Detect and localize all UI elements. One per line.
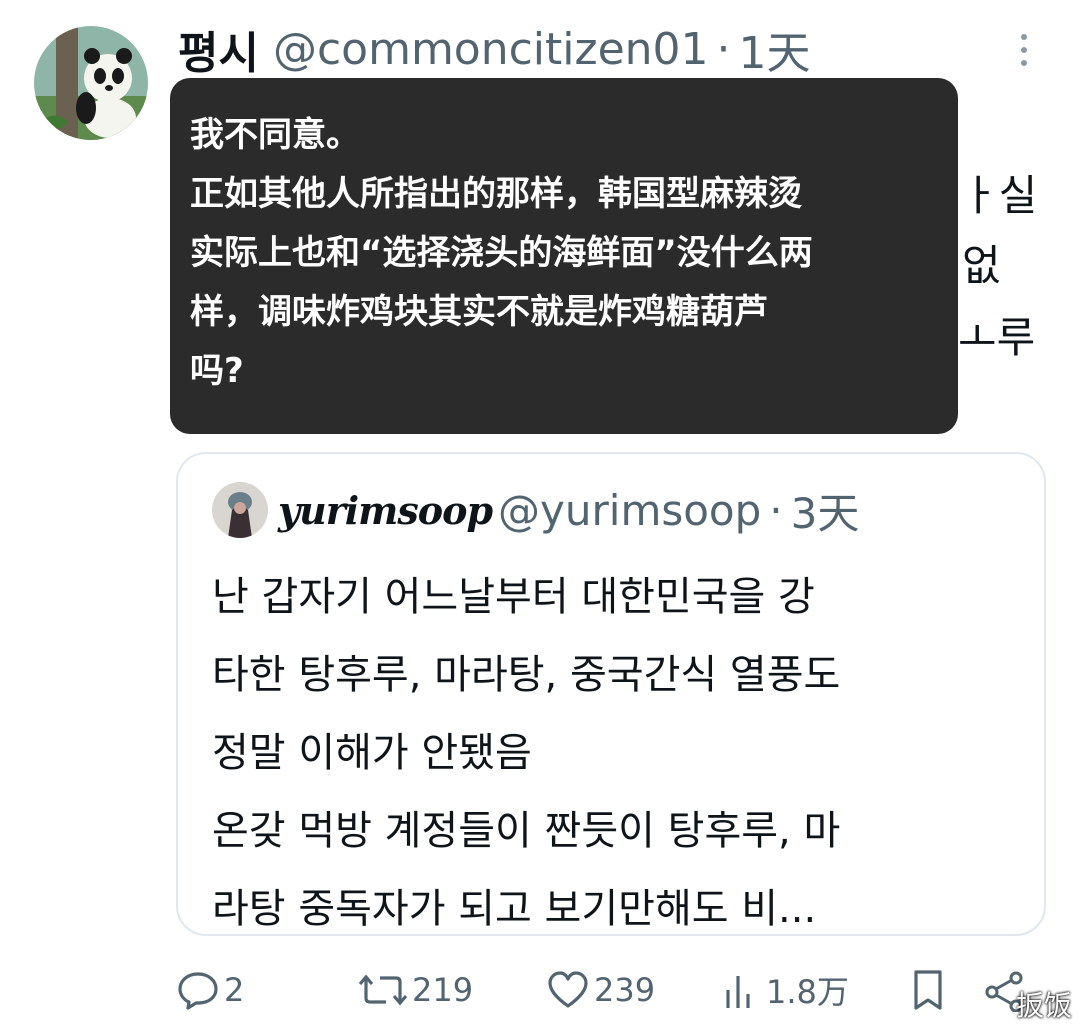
- original-text-fragment: 없: [962, 241, 1001, 290]
- heart-icon: [546, 968, 590, 1012]
- views-button[interactable]: 1.8万: [722, 962, 849, 1018]
- more-vertical-icon[interactable]: [1002, 28, 1046, 72]
- bar-chart-icon: [722, 968, 762, 1012]
- quoted-text-line: 정말 이해가 안됐음: [212, 730, 532, 776]
- author-avatar[interactable]: [34, 26, 148, 140]
- quoted-tweet-header: yurimsoop @yurimsoop · 3天: [278, 474, 859, 546]
- quoted-timestamp: 3天: [790, 488, 860, 538]
- quoted-tweet-card[interactable]: yurimsoop @yurimsoop · 3天 난 갑자기 어느날부터 대한…: [176, 452, 1046, 936]
- quoted-author-display-name: yurimsoop: [278, 487, 493, 533]
- translation-line: 样，调味炸鸡块其实不就是炸鸡糖葫芦: [190, 292, 768, 332]
- quoted-text-line: 타한 탕후루, 마라탕, 중국간식 열풍도: [212, 652, 841, 698]
- translation-line: 我不同意。: [190, 115, 360, 155]
- speech-bubble-icon: [176, 968, 220, 1012]
- quoted-author-avatar: [212, 482, 268, 538]
- author-handle[interactable]: @commoncitizen01: [273, 24, 709, 75]
- translation-line: 正如其他人所指出的那样，韩国型麻辣烫: [190, 174, 802, 214]
- original-text-fragment: ㅏ실: [960, 171, 1038, 220]
- views-count: 1.8万: [766, 973, 849, 1011]
- retweet-icon: [358, 968, 408, 1012]
- author-display-name[interactable]: 평시: [178, 17, 259, 81]
- quoted-author-handle: @yurimsoop: [498, 485, 762, 535]
- like-button[interactable]: 239: [546, 962, 655, 1018]
- like-count: 239: [594, 971, 656, 1009]
- bookmark-icon: [910, 968, 946, 1012]
- original-text-fragment: ㅗ루: [958, 313, 1036, 362]
- translation-line: 实际上也和“选择浇头的海鲜面”没什么两: [190, 233, 813, 273]
- translation-line: 吗?: [190, 351, 244, 391]
- header-separator: ·: [716, 23, 731, 75]
- tweet-screen: 평시 @commoncitizen01 · 1天 ㅏ실 없 ㅗ루 我不同意。 正…: [0, 0, 1080, 1028]
- translation-popup: 我不同意。 正如其他人所指出的那样，韩国型麻辣烫 实际上也和“选择浇头的海鲜面”…: [170, 78, 958, 434]
- bookmark-button[interactable]: [910, 962, 946, 1018]
- retweet-button[interactable]: 219: [358, 962, 473, 1018]
- quoted-text-line: 난 갑자기 어느날부터 대한민국을 강: [212, 574, 815, 620]
- watermark-text: 扳饭: [1016, 989, 1073, 1022]
- quoted-text-line: 라탕 중독자가 되고 보기만해도 비...: [212, 886, 817, 932]
- tweet-timestamp[interactable]: 1天: [739, 17, 811, 81]
- reply-button[interactable]: 2: [176, 962, 244, 1018]
- quoted-text-line: 온갖 먹방 계정들이 짠듯이 탕후루, 마: [212, 808, 841, 854]
- retweet-count: 219: [412, 971, 474, 1009]
- quoted-header-separator: ·: [769, 485, 783, 535]
- quoted-tweet-body: 난 갑자기 어느날부터 대한민국을 강 타한 탕후루, 마라탕, 중국간식 열풍…: [212, 558, 1032, 948]
- tweet-header: 평시 @commoncitizen01 · 1天: [178, 14, 811, 84]
- reply-count: 2: [224, 971, 245, 1009]
